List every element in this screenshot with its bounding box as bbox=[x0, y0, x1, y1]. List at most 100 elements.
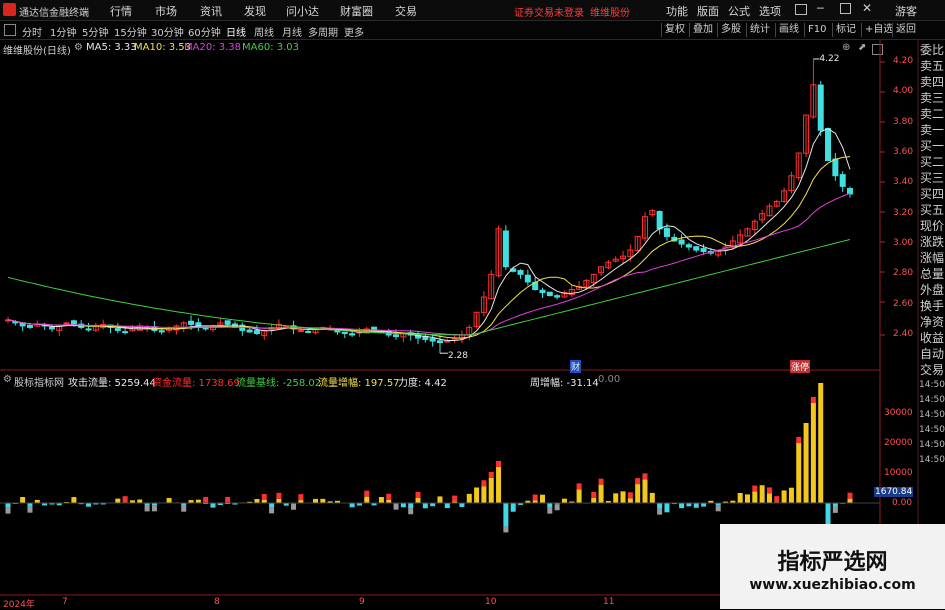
sidebar-item-16[interactable]: 换手 bbox=[919, 298, 945, 314]
ind-axis-10000: 10000 bbox=[884, 468, 913, 478]
sidebar-item-8[interactable]: 买三 bbox=[919, 170, 945, 186]
indicator-bar-top bbox=[496, 461, 501, 467]
candle-body bbox=[840, 175, 845, 187]
indicator-bar bbox=[437, 496, 442, 503]
sidebar-item-5[interactable]: 卖一 bbox=[919, 122, 945, 138]
sidebar-item-17[interactable]: 净资 bbox=[919, 314, 945, 330]
indicator-settings-icon[interactable]: ⚙ bbox=[3, 374, 12, 385]
zero-label: 0.00 bbox=[598, 374, 620, 385]
sidebar-item-6[interactable]: 买一 bbox=[919, 138, 945, 154]
indicator-bar-bottom bbox=[657, 509, 662, 515]
sidebar-item-18[interactable]: 收益 bbox=[919, 330, 945, 346]
indicator-bar bbox=[489, 478, 494, 503]
candle-body bbox=[86, 329, 91, 330]
finance-mark[interactable]: 财 bbox=[570, 360, 581, 373]
sidebar-item-3[interactable]: 卖三 bbox=[919, 90, 945, 106]
sidebar-item-12[interactable]: 涨跌 bbox=[919, 234, 945, 250]
week-increase-label: 周增幅: -31.14 bbox=[530, 374, 599, 389]
indicator-bar bbox=[760, 485, 765, 503]
candle-body bbox=[657, 211, 662, 228]
candle-body bbox=[298, 330, 303, 331]
candle-body bbox=[833, 159, 838, 176]
sidebar-item-15[interactable]: 外盘 bbox=[919, 282, 945, 298]
candle-body bbox=[848, 189, 853, 194]
sidebar-item-0[interactable]: 委比 bbox=[919, 42, 945, 58]
sidebar-item-7[interactable]: 买二 bbox=[919, 154, 945, 170]
indicator-bar-top bbox=[767, 487, 772, 493]
indicator-bar-top bbox=[262, 494, 267, 500]
candle-body bbox=[818, 85, 823, 130]
indicator-bar bbox=[752, 492, 757, 503]
indicator-bar bbox=[276, 499, 281, 503]
sidebar-item-4[interactable]: 卖二 bbox=[919, 106, 945, 122]
watermark: 指标严选网 www.xuezhibiao.com bbox=[720, 524, 945, 609]
ind-axis-zero: 0.00 bbox=[892, 498, 912, 508]
sidebar-item-23[interactable]: 14:50 bbox=[919, 408, 945, 423]
indicator-bar bbox=[481, 486, 486, 503]
indicator-bar bbox=[599, 485, 604, 503]
candle-body bbox=[679, 240, 684, 244]
xaxis-aug: 8 bbox=[214, 597, 220, 607]
indicator-bar-top bbox=[481, 480, 486, 486]
indicator-bar-top bbox=[752, 486, 757, 492]
xaxis-sep: 9 bbox=[359, 597, 365, 607]
flow-baseline-label: 流量基线: -258.02 bbox=[236, 374, 321, 389]
watermark-title: 指标严选网 bbox=[720, 544, 945, 576]
fund-flow-label: 资金流量: 1738.69 bbox=[152, 374, 240, 389]
indicator-bar bbox=[167, 498, 172, 503]
indicator-bar-bottom bbox=[291, 504, 296, 510]
indicator-bar bbox=[467, 494, 472, 503]
attack-flow-label: 攻击流量: 5259.44 bbox=[68, 374, 156, 389]
candle-body bbox=[664, 228, 669, 236]
indicator-bar bbox=[459, 503, 464, 507]
indicator-bar bbox=[804, 423, 809, 503]
ind-axis-30000: 30000 bbox=[884, 408, 913, 418]
indicator-bar bbox=[591, 498, 596, 503]
indicator-bar bbox=[562, 499, 567, 503]
candle-body bbox=[225, 321, 230, 325]
sidebar-item-19[interactable]: 自动 bbox=[919, 346, 945, 362]
indicator-bar bbox=[679, 503, 684, 508]
indicator-bar-top bbox=[416, 492, 421, 498]
candle-body bbox=[64, 323, 69, 324]
sidebar-item-9[interactable]: 买四 bbox=[919, 186, 945, 202]
indicator-bar-top bbox=[591, 492, 596, 498]
candle-body bbox=[540, 290, 545, 292]
candle-body bbox=[503, 231, 508, 267]
sidebar-item-20[interactable]: 交易 bbox=[919, 362, 945, 378]
sidebar-item-24[interactable]: 14:50 bbox=[919, 423, 945, 438]
indicator-bar bbox=[796, 443, 801, 503]
quote-sidebar: 委比卖五卖四卖三卖二卖一买一买二买三买四买五现价涨跌涨幅总量外盘换手净资收益自动… bbox=[919, 42, 945, 468]
indicator-bar bbox=[694, 503, 699, 508]
limit-up-mark[interactable]: 涨停 bbox=[790, 360, 810, 373]
indicator-bar bbox=[496, 467, 501, 503]
current-indicator-value: 1670.84 bbox=[874, 487, 913, 497]
sidebar-item-13[interactable]: 涨幅 bbox=[919, 250, 945, 266]
candle-body bbox=[555, 296, 560, 297]
sidebar-item-11[interactable]: 现价 bbox=[919, 218, 945, 234]
sidebar-item-10[interactable]: 买五 bbox=[919, 202, 945, 218]
sidebar-item-22[interactable]: 14:50 bbox=[919, 393, 945, 408]
sidebar-item-26[interactable]: 14:50 bbox=[919, 453, 945, 468]
indicator-bar-top bbox=[364, 491, 369, 497]
sidebar-item-14[interactable]: 总量 bbox=[919, 266, 945, 282]
sidebar-item-1[interactable]: 卖五 bbox=[919, 58, 945, 74]
candle-body bbox=[394, 335, 399, 337]
sidebar-item-21[interactable]: 14:50 bbox=[919, 378, 945, 393]
sidebar-item-2[interactable]: 卖四 bbox=[919, 74, 945, 90]
indicator-bar bbox=[767, 493, 772, 503]
indicator-bar bbox=[547, 503, 552, 508]
candle-body bbox=[826, 129, 831, 161]
sidebar-item-25[interactable]: 14:50 bbox=[919, 438, 945, 453]
indicator-bar-top bbox=[533, 495, 538, 501]
candle-body bbox=[694, 247, 699, 250]
indicator-bar bbox=[782, 490, 787, 503]
candle-body bbox=[123, 332, 128, 333]
indicator-bar bbox=[577, 489, 582, 503]
indicator-bar bbox=[628, 498, 633, 503]
indicator-bar bbox=[86, 503, 91, 507]
indicator-bar-top bbox=[642, 473, 647, 479]
indicator-bar bbox=[738, 493, 743, 503]
candle-body bbox=[189, 321, 194, 324]
indicator-bar bbox=[503, 503, 508, 526]
